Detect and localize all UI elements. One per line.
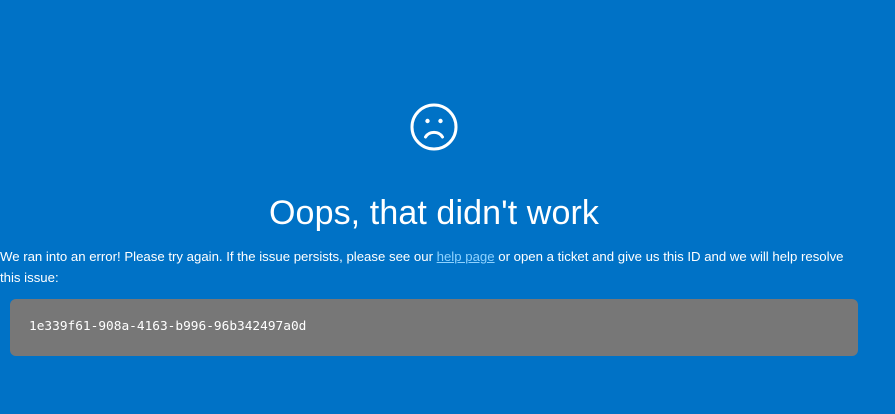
- error-id-box: 1e339f61-908a-4163-b996-96b342497a0d: [10, 299, 858, 356]
- page-title: Oops, that didn't work: [269, 193, 599, 232]
- help-page-link[interactable]: help page: [437, 249, 495, 264]
- error-id: 1e339f61-908a-4163-b996-96b342497a0d: [29, 319, 307, 334]
- sad-face-icon: [409, 102, 459, 152]
- error-message: We ran into an error! Please try again. …: [0, 246, 850, 288]
- error-page: Oops, that didn't work We ran into an er…: [0, 0, 895, 414]
- error-message-text-start: We ran into an error! Please try again. …: [0, 249, 437, 265]
